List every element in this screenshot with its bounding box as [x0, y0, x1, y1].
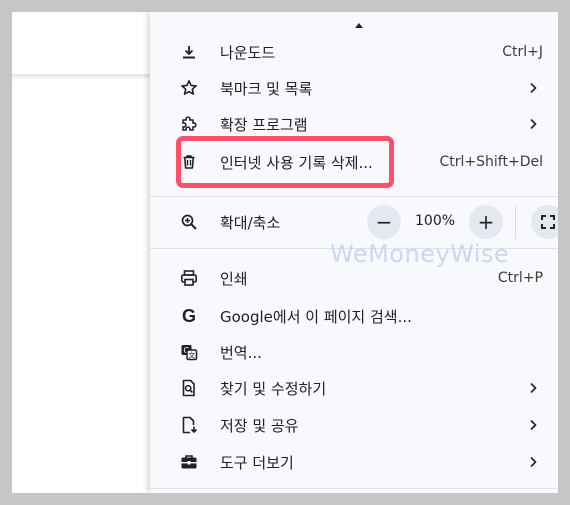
chevron-right-icon	[526, 117, 540, 131]
menu-item-label: 찾기 및 수정하기	[220, 379, 327, 398]
zoom-separator	[515, 205, 516, 239]
chevron-right-icon	[526, 381, 540, 395]
zoom-level: 100%	[415, 213, 456, 229]
download-icon	[178, 41, 200, 63]
screenshot-frame: 나운도드 Ctrl+J 북마크 및 목록 확장 프로그램 인터넷 사용 기록 삭…	[12, 12, 558, 493]
puzzle-icon	[178, 113, 200, 135]
menu-item-bookmarks[interactable]: 북마크 및 목록	[150, 70, 558, 106]
menu-item-label: 확장 프로그램	[220, 115, 308, 134]
menu-item-label: 나운도드	[220, 43, 276, 62]
svg-text:文: 文	[188, 351, 195, 360]
chevron-right-icon	[526, 418, 540, 432]
printer-icon	[178, 267, 200, 289]
google-icon: G	[181, 305, 196, 326]
zoom-icon	[178, 211, 200, 233]
highlight-box	[176, 136, 394, 188]
zoom-label: 확대/축소	[220, 213, 281, 232]
menu-item-label: 도구 더보기	[220, 453, 294, 472]
menu-item-label: 인쇄	[220, 269, 248, 288]
save-icon	[178, 414, 200, 436]
menu-divider	[150, 488, 558, 489]
menu-item-shortcut: Ctrl+P	[497, 270, 543, 286]
menu-item-label: Google에서 이 페이지 검색...	[220, 307, 412, 326]
chevron-right-icon	[526, 81, 540, 95]
zoom-in-button[interactable]: +	[469, 205, 503, 239]
zoom-out-button[interactable]: −	[367, 205, 401, 239]
chrome-menu: 나운도드 Ctrl+J 북마크 및 목록 확장 프로그램 인터넷 사용 기록 삭…	[150, 12, 558, 493]
menu-item-shortcut: Ctrl+Shift+Del	[439, 154, 543, 170]
fullscreen-icon	[541, 215, 555, 229]
menu-item-download[interactable]: 나운도드 Ctrl+J	[150, 34, 558, 70]
star-icon	[178, 77, 200, 99]
toolbox-icon	[178, 451, 200, 473]
menu-item-label: 저장 및 공유	[220, 416, 299, 435]
menu-item-google-search[interactable]: G Google에서 이 페이지 검색...	[150, 298, 558, 334]
menu-item-save-share[interactable]: 저장 및 공유	[150, 407, 558, 443]
menu-item-shortcut: Ctrl+J	[502, 44, 543, 60]
menu-item-find-edit[interactable]: 찾기 및 수정하기	[150, 370, 558, 406]
menu-item-translate[interactable]: G文 번역...	[150, 334, 558, 370]
menu-item-print[interactable]: 인쇄 Ctrl+P	[150, 260, 558, 296]
menu-item-label: 번역...	[220, 343, 262, 362]
translate-icon: G文	[178, 341, 200, 363]
menu-item-label: 북마크 및 목록	[220, 79, 313, 98]
find-icon	[178, 377, 200, 399]
menu-item-more-tools[interactable]: 도구 더보기	[150, 444, 558, 480]
fullscreen-button[interactable]	[531, 205, 558, 239]
browser-page-area	[12, 12, 152, 75]
menu-caret	[355, 23, 363, 28]
chevron-right-icon	[526, 455, 540, 469]
menu-divider	[150, 196, 558, 197]
